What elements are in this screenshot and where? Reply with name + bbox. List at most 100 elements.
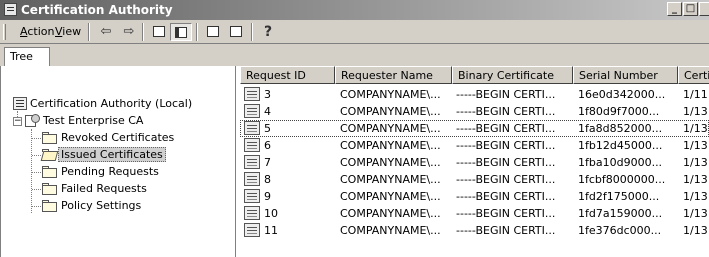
collapse-expander-icon[interactable]: −: [13, 117, 22, 126]
column-header-serial-number[interactable]: Serial Number: [573, 66, 678, 84]
cell-binary-certificate: -----BEGIN CERTI...: [456, 190, 556, 203]
certificate-icon: [244, 121, 260, 135]
cell-request-id: 6: [264, 139, 271, 152]
cell-binary-certificate: -----BEGIN CERTI...: [456, 105, 556, 118]
tree-root-label[interactable]: Certification Authority (Local): [30, 97, 192, 110]
cell-serial-number: 1f80d9f7000...: [578, 105, 660, 118]
certificate-icon: [244, 172, 260, 186]
cell-requester-name: COMPANYNAME\...: [340, 224, 441, 237]
certificate-icon: [244, 206, 260, 220]
window-title: Certification Authority: [21, 3, 173, 17]
computer-cert-icon: [13, 97, 27, 110]
table-row[interactable]: 10 COMPANYNAME\... -----BEGIN CERTI... 1…: [240, 205, 709, 222]
table-row[interactable]: 7 COMPANYNAME\... -----BEGIN CERTI... 1f…: [240, 154, 709, 171]
tree-connector: [32, 155, 41, 156]
column-header-requester-name[interactable]: Requester Name: [335, 66, 452, 84]
menu-action[interactable]: Action: [20, 25, 54, 38]
tree-connector: [32, 206, 41, 207]
certificate-icon: [244, 155, 260, 169]
table-row[interactable]: 3 COMPANYNAME\... -----BEGIN CERTI... 16…: [240, 86, 709, 103]
cell-binary-certificate: -----BEGIN CERTI...: [456, 224, 556, 237]
cell-requester-name: COMPANYNAME\...: [340, 139, 441, 152]
cell-certificate-date: 1/13: [683, 156, 708, 169]
table-row[interactable]: 9 COMPANYNAME\... -----BEGIN CERTI... 1f…: [240, 188, 709, 205]
menu-view[interactable]: View: [55, 25, 81, 38]
toolbar-separator: [88, 23, 90, 41]
tree-connector: [32, 189, 41, 190]
tree-item-policy[interactable]: Policy Settings: [61, 199, 141, 212]
forward-icon[interactable]: ⇨: [118, 23, 140, 41]
menu-toolbar: Action View ⇦ ⇨ ?: [0, 20, 709, 44]
tree-item-failed[interactable]: Failed Requests: [61, 182, 147, 195]
column-header-request-id[interactable]: Request ID: [240, 66, 335, 84]
ca-server-icon: [25, 114, 40, 128]
minimize-button[interactable]: _: [667, 2, 682, 16]
tree-connector: [32, 172, 41, 173]
cell-serial-number: 1fd2f175000...: [578, 190, 660, 203]
cell-serial-number: 1fd7a159000...: [578, 207, 663, 220]
tree-item-pending[interactable]: Pending Requests: [61, 165, 159, 178]
help-icon[interactable]: ?: [257, 23, 279, 41]
export-list-glyph: [230, 26, 242, 37]
cell-serial-number: 1fcbf8000000...: [578, 173, 666, 186]
column-header-binary-certificate[interactable]: Binary Certificate: [452, 66, 573, 84]
cell-request-id: 7: [264, 156, 271, 169]
table-row[interactable]: 5 COMPANYNAME\... -----BEGIN CERTI... 1f…: [240, 120, 709, 137]
up-one-level-icon[interactable]: [148, 23, 170, 41]
cell-binary-certificate: -----BEGIN CERTI...: [456, 88, 556, 101]
certificate-list[interactable]: Request ID Requester Name Binary Certifi…: [240, 66, 709, 257]
tree-item-issued[interactable]: Issued Certificates: [58, 147, 166, 162]
tree-item-revoked[interactable]: Revoked Certificates: [61, 131, 174, 144]
cell-serial-number: 1fba10d9000...: [578, 156, 663, 169]
refresh-icon[interactable]: [202, 23, 224, 41]
folder-icon: [42, 183, 58, 195]
cell-request-id: 3: [264, 88, 271, 101]
show-hide-tree-glyph: [175, 27, 187, 38]
table-row[interactable]: 6 COMPANYNAME\... -----BEGIN CERTI... 1f…: [240, 137, 709, 154]
cell-binary-certificate: -----BEGIN CERTI...: [456, 122, 556, 135]
cell-certificate-date: 1/11: [683, 88, 708, 101]
cell-request-id: 4: [264, 105, 271, 118]
certificate-icon: [244, 138, 260, 152]
maximize-button[interactable]: □: [683, 2, 698, 16]
close-button[interactable]: [699, 2, 709, 16]
cell-certificate-date: 1/13: [683, 190, 708, 203]
pane-header-strip: [0, 44, 709, 66]
tree-ca-label[interactable]: Test Enterprise CA: [43, 114, 143, 127]
menu-view-label: iew: [62, 25, 82, 38]
show-hide-tree-icon[interactable]: [170, 23, 192, 41]
cell-certificate-date: 1/13: [683, 105, 708, 118]
table-row[interactable]: 11 COMPANYNAME\... -----BEGIN CERTI... 1…: [240, 222, 709, 239]
tree-pane[interactable]: Certification Authority (Local) − Test E…: [0, 66, 236, 257]
open-folder-icon: [42, 149, 58, 161]
cell-binary-certificate: -----BEGIN CERTI...: [456, 139, 556, 152]
folder-icon: [42, 200, 58, 212]
table-row[interactable]: 4 COMPANYNAME\... -----BEGIN CERTI... 1f…: [240, 103, 709, 120]
cell-certificate-date: 1/13: [683, 173, 708, 186]
tree-connector: [31, 129, 32, 213]
cell-serial-number: 16e0d342000...: [578, 88, 666, 101]
cell-requester-name: COMPANYNAME\...: [340, 105, 441, 118]
refresh-glyph: [207, 26, 219, 37]
toolbar-separator: [142, 23, 144, 41]
cell-serial-number: 1fa8d852000...: [578, 122, 663, 135]
cell-certificate-date: 1/13: [683, 122, 708, 135]
column-header-certificate-date[interactable]: Certi: [678, 66, 709, 84]
folder-icon: [42, 132, 58, 144]
cell-serial-number: 1fb12d45000...: [578, 139, 663, 152]
title-bar[interactable]: Certification Authority _ □: [0, 0, 709, 20]
cell-request-id: 8: [264, 173, 271, 186]
cell-binary-certificate: -----BEGIN CERTI...: [456, 156, 556, 169]
toolbar-separator: [196, 23, 198, 41]
cell-requester-name: COMPANYNAME\...: [340, 156, 441, 169]
table-row[interactable]: 8 COMPANYNAME\... -----BEGIN CERTI... 1f…: [240, 171, 709, 188]
up-one-level-glyph: [153, 26, 165, 37]
export-list-icon[interactable]: [225, 23, 247, 41]
toolbar-grip[interactable]: [3, 24, 6, 40]
back-icon[interactable]: ⇦: [95, 23, 117, 41]
tree-tab[interactable]: Tree: [4, 47, 50, 66]
cell-requester-name: COMPANYNAME\...: [340, 173, 441, 186]
cell-certificate-date: 1/13: [683, 224, 708, 237]
cell-request-id: 10: [264, 207, 278, 220]
certificate-icon: [244, 87, 260, 101]
